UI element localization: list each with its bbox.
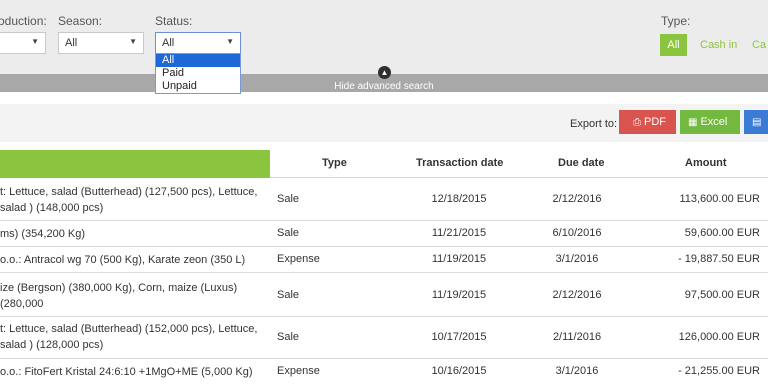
type-label: Type: <box>661 14 691 28</box>
status-option-paid[interactable]: Paid <box>156 67 240 80</box>
row-description: o.o.: Antracol wg 70 (500 Kg), Karate ze… <box>0 254 246 266</box>
table-row[interactable]: t: Lettuce, salad (Butterhead) (127,500 … <box>0 179 768 221</box>
status-select[interactable]: All ▼ <box>155 32 241 54</box>
export-pdf-label: PDF <box>644 116 666 128</box>
chevron-down-icon: ▼ <box>226 37 234 46</box>
chevron-down-icon: ▼ <box>31 37 39 46</box>
row-type: Sale <box>277 289 300 301</box>
row-due-date: 3/1/2016 <box>555 365 599 377</box>
row-amount: - 21,255.00 EUR <box>678 365 760 377</box>
production-select[interactable]: ▼ <box>0 32 46 54</box>
column-header-amount[interactable]: Amount <box>685 157 727 169</box>
advanced-search-panel: oduction: ▼ Season: All ▼ Status: All ▼ … <box>0 0 768 74</box>
export-label: Export to: <box>570 118 618 130</box>
column-header-due-date[interactable]: Due date <box>558 157 604 169</box>
table-row[interactable]: ms) (354,200 Kg) Sale 11/21/2015 6/10/20… <box>0 221 768 247</box>
table-row[interactable]: o.o.: FitoFert Kristal 24:6:10 +1MgO+ME … <box>0 359 768 384</box>
export-excel-button[interactable]: ▦ Excel <box>680 110 740 134</box>
row-due-date: 2/12/2016 <box>552 289 602 301</box>
table-row[interactable]: o.o.: Antracol wg 70 (500 Kg), Karate ze… <box>0 247 768 273</box>
column-header-type[interactable]: Type <box>322 157 347 169</box>
row-due-date: 2/11/2016 <box>552 331 602 343</box>
status-option-all[interactable]: All <box>156 54 240 67</box>
status-label: Status: <box>155 14 193 28</box>
type-cash-out-button[interactable]: Ca <box>752 34 766 56</box>
row-description: ize (Bergson) (380,000 Kg), Corn, maize … <box>0 282 238 310</box>
row-type: Sale <box>277 227 300 239</box>
row-due-date: 3/1/2016 <box>555 253 599 265</box>
arrow-up-icon[interactable]: ▲ <box>378 66 391 79</box>
row-type: Expense <box>277 253 320 265</box>
word-icon: ▤ <box>752 117 762 128</box>
hide-advanced-search-link[interactable]: Hide advanced search <box>0 81 768 92</box>
row-description: t: Lettuce, salad (Butterhead) (152,000 … <box>0 323 258 351</box>
row-amount: 97,500.00 EUR <box>684 289 760 301</box>
table-row[interactable]: t: Lettuce, salad (Butterhead) (152,000 … <box>0 317 768 359</box>
row-amount: 59,600.00 EUR <box>684 227 760 239</box>
status-option-unpaid[interactable]: Unpaid <box>156 80 240 93</box>
status-dropdown-list: All Paid Unpaid <box>155 53 241 94</box>
column-header-transaction-date[interactable]: Transaction date <box>416 157 503 169</box>
export-word-button[interactable]: ▤ <box>744 110 768 134</box>
table-row[interactable]: ize (Bergson) (380,000 Kg), Corn, maize … <box>0 273 768 317</box>
description-column-header[interactable] <box>0 150 270 178</box>
row-amount: - 19,887.50 EUR <box>678 253 760 265</box>
row-description: ms) (354,200 Kg) <box>0 228 85 240</box>
season-select-value: All <box>65 37 78 49</box>
status-select-value: All <box>162 37 175 49</box>
export-excel-label: Excel <box>700 116 728 128</box>
export-pdf-button[interactable]: ⎙ PDF <box>619 110 676 134</box>
row-description: o.o.: FitoFert Kristal 24:6:10 +1MgO+ME … <box>0 366 253 378</box>
type-cash-in-button[interactable]: Cash in <box>700 34 737 56</box>
row-amount: 113,600.00 EUR <box>679 193 760 205</box>
type-all-button[interactable]: All <box>660 34 687 56</box>
row-due-date: 6/10/2016 <box>552 227 602 239</box>
pdf-icon: ⎙ <box>633 117 641 128</box>
page: oduction: ▼ Season: All ▼ Status: All ▼ … <box>0 0 768 384</box>
production-label: oduction: <box>0 14 47 28</box>
season-label: Season: <box>58 14 103 28</box>
row-type: Expense <box>277 365 320 377</box>
season-select[interactable]: All ▼ <box>58 32 144 54</box>
row-description: t: Lettuce, salad (Butterhead) (127,500 … <box>0 186 258 214</box>
excel-icon: ▦ <box>688 117 698 128</box>
row-type: Sale <box>277 331 300 343</box>
row-type: Sale <box>277 193 300 205</box>
chevron-down-icon: ▼ <box>129 37 137 46</box>
row-amount: 126,000.00 EUR <box>678 331 760 343</box>
row-due-date: 2/12/2016 <box>552 193 602 205</box>
